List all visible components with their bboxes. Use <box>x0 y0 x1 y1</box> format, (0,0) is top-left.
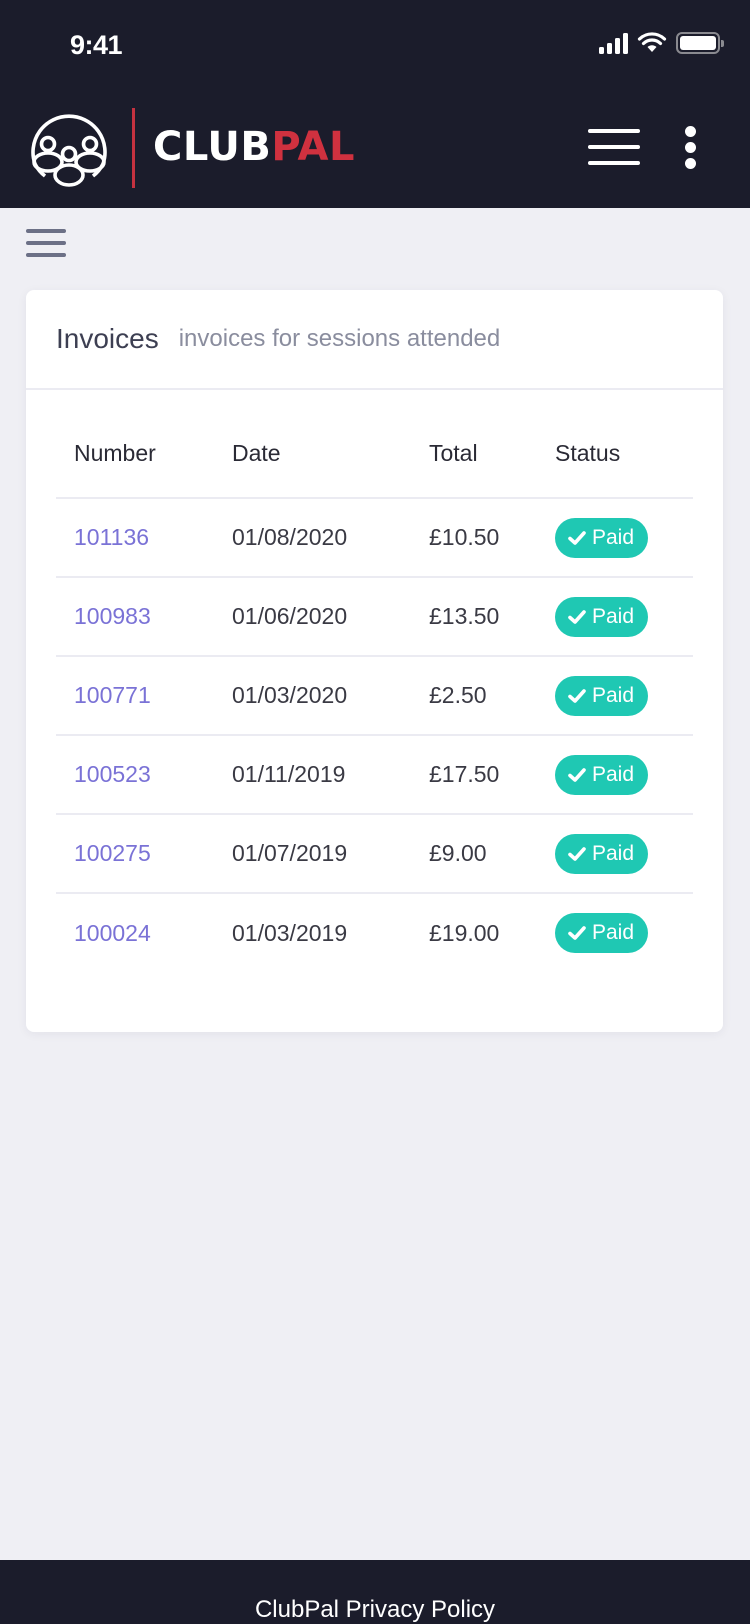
invoice-status-cell: Paid <box>537 814 693 894</box>
invoice-total-cell: £10.50 <box>411 498 537 578</box>
invoice-number-cell: 100275 <box>56 814 214 894</box>
invoice-status-cell: Paid <box>537 498 693 578</box>
status-badge: Paid <box>555 596 649 637</box>
invoices-card: Invoices invoices for sessions attended … <box>26 290 723 1032</box>
status-badge: Paid <box>555 913 649 953</box>
brand-name-accent: PAL <box>271 124 355 170</box>
table-header-row: Number Date Total Status <box>56 410 693 499</box>
status-badge: Paid <box>555 675 649 716</box>
invoice-status-cell: Paid <box>537 735 693 815</box>
status-badge-label: Paid <box>592 525 635 549</box>
invoice-number-cell: 100523 <box>56 735 214 815</box>
check-icon <box>568 926 586 940</box>
status-badge-label: Paid <box>592 762 635 786</box>
invoice-total-cell: £17.50 <box>411 735 537 815</box>
status-badge-label: Paid <box>592 921 635 944</box>
invoice-number-link[interactable]: 100024 <box>74 920 151 946</box>
invoice-number-cell: 101136 <box>56 498 214 578</box>
status-badge-label: Paid <box>592 604 635 628</box>
column-header-status: Status <box>537 410 693 499</box>
status-badge: Paid <box>555 517 649 558</box>
invoice-number-link[interactable]: 101136 <box>74 524 149 550</box>
check-icon <box>568 688 586 703</box>
status-badge: Paid <box>555 754 649 795</box>
table-row: 100275 01/07/2019 £9.00 Paid <box>56 814 693 894</box>
invoice-date-cell: 01/07/2019 <box>214 814 411 894</box>
invoice-date-cell: 01/08/2020 <box>214 498 411 578</box>
invoice-date-cell: 01/03/2019 <box>232 919 348 946</box>
check-icon <box>568 846 586 861</box>
card-subtitle: invoices for sessions attended <box>178 325 501 352</box>
column-header-number: Number <box>56 410 214 499</box>
table-row: 101136 01/08/2020 £10.50 Paid <box>56 498 693 578</box>
invoice-date-cell: 01/06/2020 <box>214 577 411 657</box>
invoice-date-cell: 01/11/2019 <box>214 735 411 815</box>
status-badge-label: Paid <box>592 841 635 865</box>
battery-icon <box>676 32 724 54</box>
invoice-total-cell: £13.50 <box>411 577 537 657</box>
status-icons <box>599 32 724 54</box>
invoice-number-link[interactable]: 100983 <box>74 603 151 629</box>
card-header: Invoices invoices for sessions attended <box>26 290 723 390</box>
wifi-icon <box>637 32 667 52</box>
invoice-date-cell: 01/03/2020 <box>214 656 411 736</box>
brand-name-primary: CLUB <box>153 124 272 170</box>
check-icon <box>568 767 586 782</box>
table-row: 100523 01/11/2019 £17.50 Paid <box>56 735 693 815</box>
invoice-total-cell: £2.50 <box>411 656 537 736</box>
invoice-status-cell: Paid <box>537 656 693 736</box>
status-badge-label: Paid <box>592 683 635 707</box>
invoice-total-cell: £9.00 <box>411 814 537 894</box>
table-row: 100024 01/03/2019 £19.00 Paid <box>56 893 693 972</box>
invoice-status-cell: Paid <box>537 893 693 972</box>
sidebar-toggle-button[interactable] <box>26 229 68 261</box>
card-title: Invoices <box>56 323 159 354</box>
app-footer: ClubPal Privacy Policy <box>0 1560 750 1624</box>
invoice-total-cell: £19.00 <box>429 919 500 946</box>
invoice-number-cell: 100771 <box>56 656 214 736</box>
check-icon <box>568 530 586 545</box>
table-row: 100983 01/06/2020 £13.50 Paid <box>56 577 693 657</box>
app-header: 9:41 CLUBPAL <box>0 0 750 208</box>
group-people-icon <box>31 114 107 187</box>
table-row: 100771 01/03/2020 £2.50 Paid <box>56 656 693 736</box>
more-options-button[interactable] <box>682 126 698 170</box>
column-header-date: Date <box>214 410 411 499</box>
main-menu-button[interactable] <box>588 129 642 167</box>
brand-logo[interactable]: CLUBPAL <box>153 124 355 170</box>
status-time: 9:41 <box>70 30 123 60</box>
invoice-number-link[interactable]: 100771 <box>74 682 151 708</box>
invoice-number-link[interactable]: 100523 <box>74 761 151 787</box>
column-header-total: Total <box>411 410 537 499</box>
check-icon <box>568 609 586 624</box>
invoice-number-link[interactable]: 100275 <box>74 840 151 866</box>
invoice-number-cell: 100983 <box>56 577 214 657</box>
cellular-signal-icon <box>599 32 628 54</box>
logo-divider <box>132 108 135 188</box>
invoice-number-cell: 100024 <box>56 893 214 972</box>
invoice-status-cell: Paid <box>537 577 693 657</box>
status-badge: Paid <box>555 833 649 874</box>
invoices-table: Number Date Total Status 101136 01/08/202… <box>56 410 693 972</box>
privacy-policy-link[interactable]: ClubPal Privacy Policy <box>255 1596 495 1624</box>
